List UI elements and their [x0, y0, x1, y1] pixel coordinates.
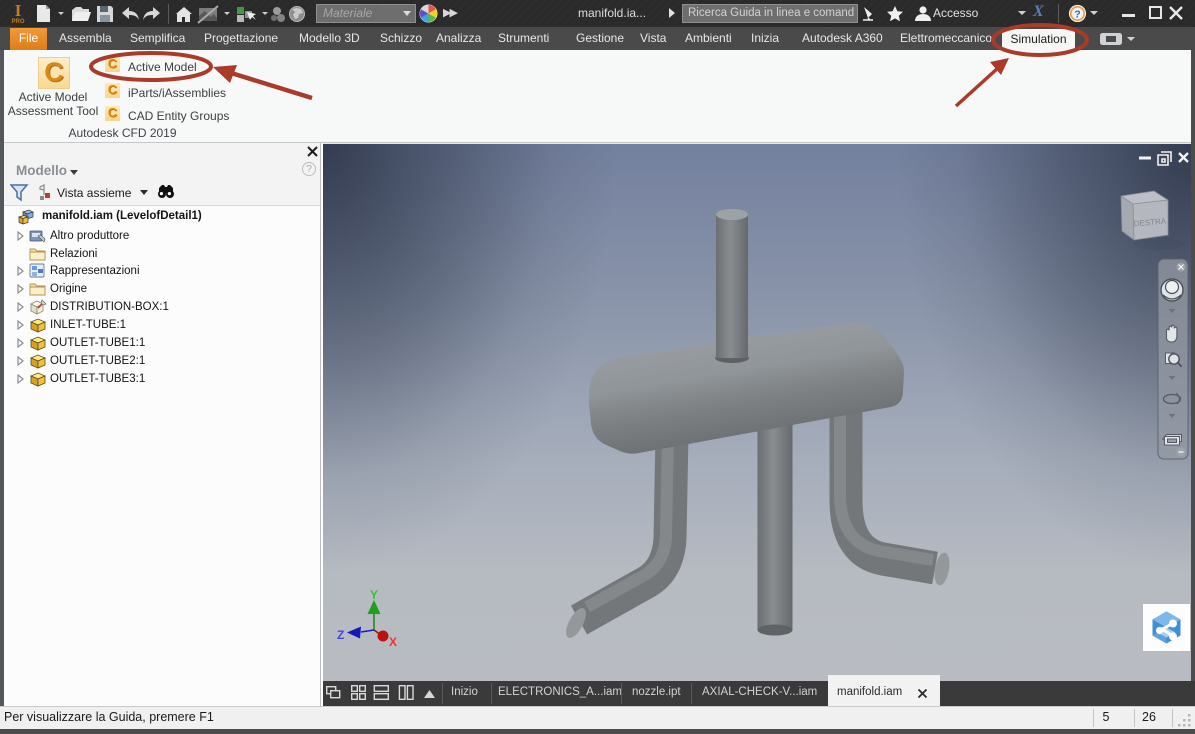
svg-text:Z: Z	[337, 628, 344, 642]
svg-text:Y: Y	[370, 588, 378, 602]
svg-text:X: X	[389, 635, 397, 649]
svg-text:?: ?	[1074, 8, 1080, 20]
